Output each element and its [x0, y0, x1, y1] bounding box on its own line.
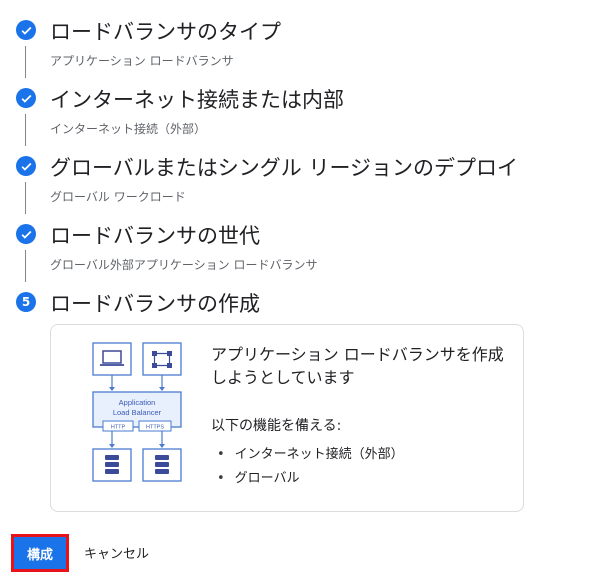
step-3-title[interactable]: グローバルまたはシングル リージョンのデプロイ	[50, 152, 518, 182]
https-label: HTTPS	[146, 425, 164, 431]
features-heading: 以下の機能を備える:	[211, 418, 342, 434]
step-1-title[interactable]: ロードバランサのタイプ	[50, 16, 281, 46]
step-3-summary: グローバル ワークロード	[50, 190, 186, 204]
lb-label-line1: Application	[119, 398, 156, 407]
step-complete-icon	[16, 20, 36, 40]
features-list: インターネット接続（外部） グローバル	[217, 443, 404, 491]
network-box	[142, 342, 182, 376]
lb-label-line2: Load Balancer	[113, 408, 162, 417]
configure-button[interactable]: 構成	[11, 534, 69, 572]
feature-item: インターネット接続（外部）	[217, 443, 404, 467]
load-balancer-diagram: Application Load Balancer HTTP HTTPS	[92, 342, 182, 482]
database-icon	[105, 455, 119, 474]
database-icon	[155, 455, 169, 474]
step-5-title: ロードバランサの作成	[50, 292, 260, 316]
step-1-summary: アプリケーション ロードバランサ	[50, 54, 234, 68]
step-connector	[25, 114, 26, 146]
card-title: アプリケーション ロードバランサを作成しようとしています	[211, 345, 504, 387]
step-4-title[interactable]: ロードバランサの世代	[50, 220, 260, 250]
step-complete-icon	[16, 156, 36, 176]
http-label: HTTP	[111, 425, 126, 431]
step-connector	[25, 250, 26, 282]
step-4-summary: グローバル外部アプリケーション ロードバランサ	[50, 258, 318, 272]
step-complete-icon	[16, 224, 36, 244]
step-2-summary: インターネット接続（外部）	[50, 122, 207, 136]
cancel-button[interactable]: キャンセル	[84, 543, 149, 562]
laptop-box	[92, 342, 132, 376]
load-balancer-summary-card: Application Load Balancer HTTP HTTPS アプリ…	[50, 324, 524, 512]
step-2-title[interactable]: インターネット接続または内部	[50, 84, 344, 114]
step-complete-icon	[16, 88, 36, 108]
step-connector	[25, 182, 26, 214]
step-connector	[25, 46, 26, 78]
step-number-badge: 5	[16, 292, 36, 312]
feature-item: グローバル	[217, 467, 404, 491]
